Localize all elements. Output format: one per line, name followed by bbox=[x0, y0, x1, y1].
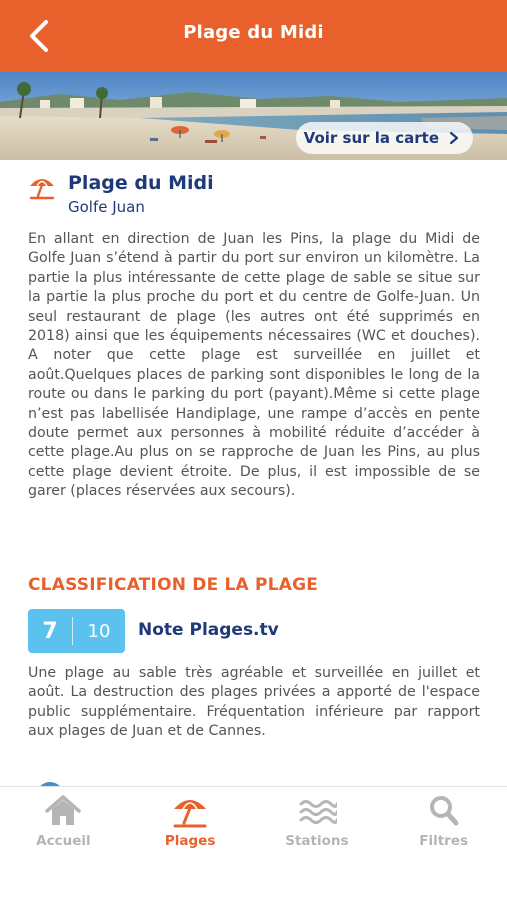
score-max: 10 bbox=[87, 620, 111, 642]
search-icon bbox=[429, 796, 459, 826]
home-icon bbox=[45, 795, 82, 825]
tab-plages-label: Plages bbox=[164, 833, 216, 849]
tab-plages[interactable]: Plages bbox=[127, 787, 254, 856]
place-description: En allant en direction de Juan les Pins,… bbox=[28, 231, 480, 500]
tab-filtres-label: Filtres bbox=[419, 833, 469, 849]
tab-stations-label: Stations bbox=[285, 833, 349, 849]
beach-umbrella-icon bbox=[29, 179, 55, 200]
beach-umbrella-icon bbox=[173, 800, 207, 828]
tab-filtres[interactable]: Filtres bbox=[380, 787, 507, 856]
waves-icon bbox=[299, 800, 337, 824]
chevron-right-icon bbox=[449, 131, 459, 145]
rating-review: Une plage au sable très agréable et surv… bbox=[28, 665, 480, 740]
score-badge: 7 10 bbox=[28, 609, 125, 653]
tab-stations[interactable]: Stations bbox=[254, 787, 381, 856]
place-name: Plage du Midi bbox=[68, 172, 214, 194]
bottom-tab-bar: Accueil Plages Stations Filtres bbox=[0, 786, 507, 856]
score-value: 7 bbox=[42, 618, 58, 644]
tab-accueil-label: Accueil bbox=[36, 833, 91, 849]
page-title: Plage du Midi bbox=[183, 22, 324, 43]
rating-source: Note Plages.tv bbox=[138, 620, 279, 640]
classification-heading: CLASSIFICATION DE LA PLAGE bbox=[28, 575, 319, 595]
home-indicator-area bbox=[0, 856, 507, 900]
view-on-map-button[interactable]: Voir sur la carte bbox=[295, 122, 473, 154]
place-header: Plage du Midi Golfe Juan bbox=[28, 170, 488, 220]
view-on-map-label: Voir sur la carte bbox=[303, 129, 439, 147]
place-town: Golfe Juan bbox=[68, 198, 145, 216]
top-app-bar: Plage du Midi bbox=[0, 0, 507, 72]
tab-accueil[interactable]: Accueil bbox=[0, 787, 127, 856]
